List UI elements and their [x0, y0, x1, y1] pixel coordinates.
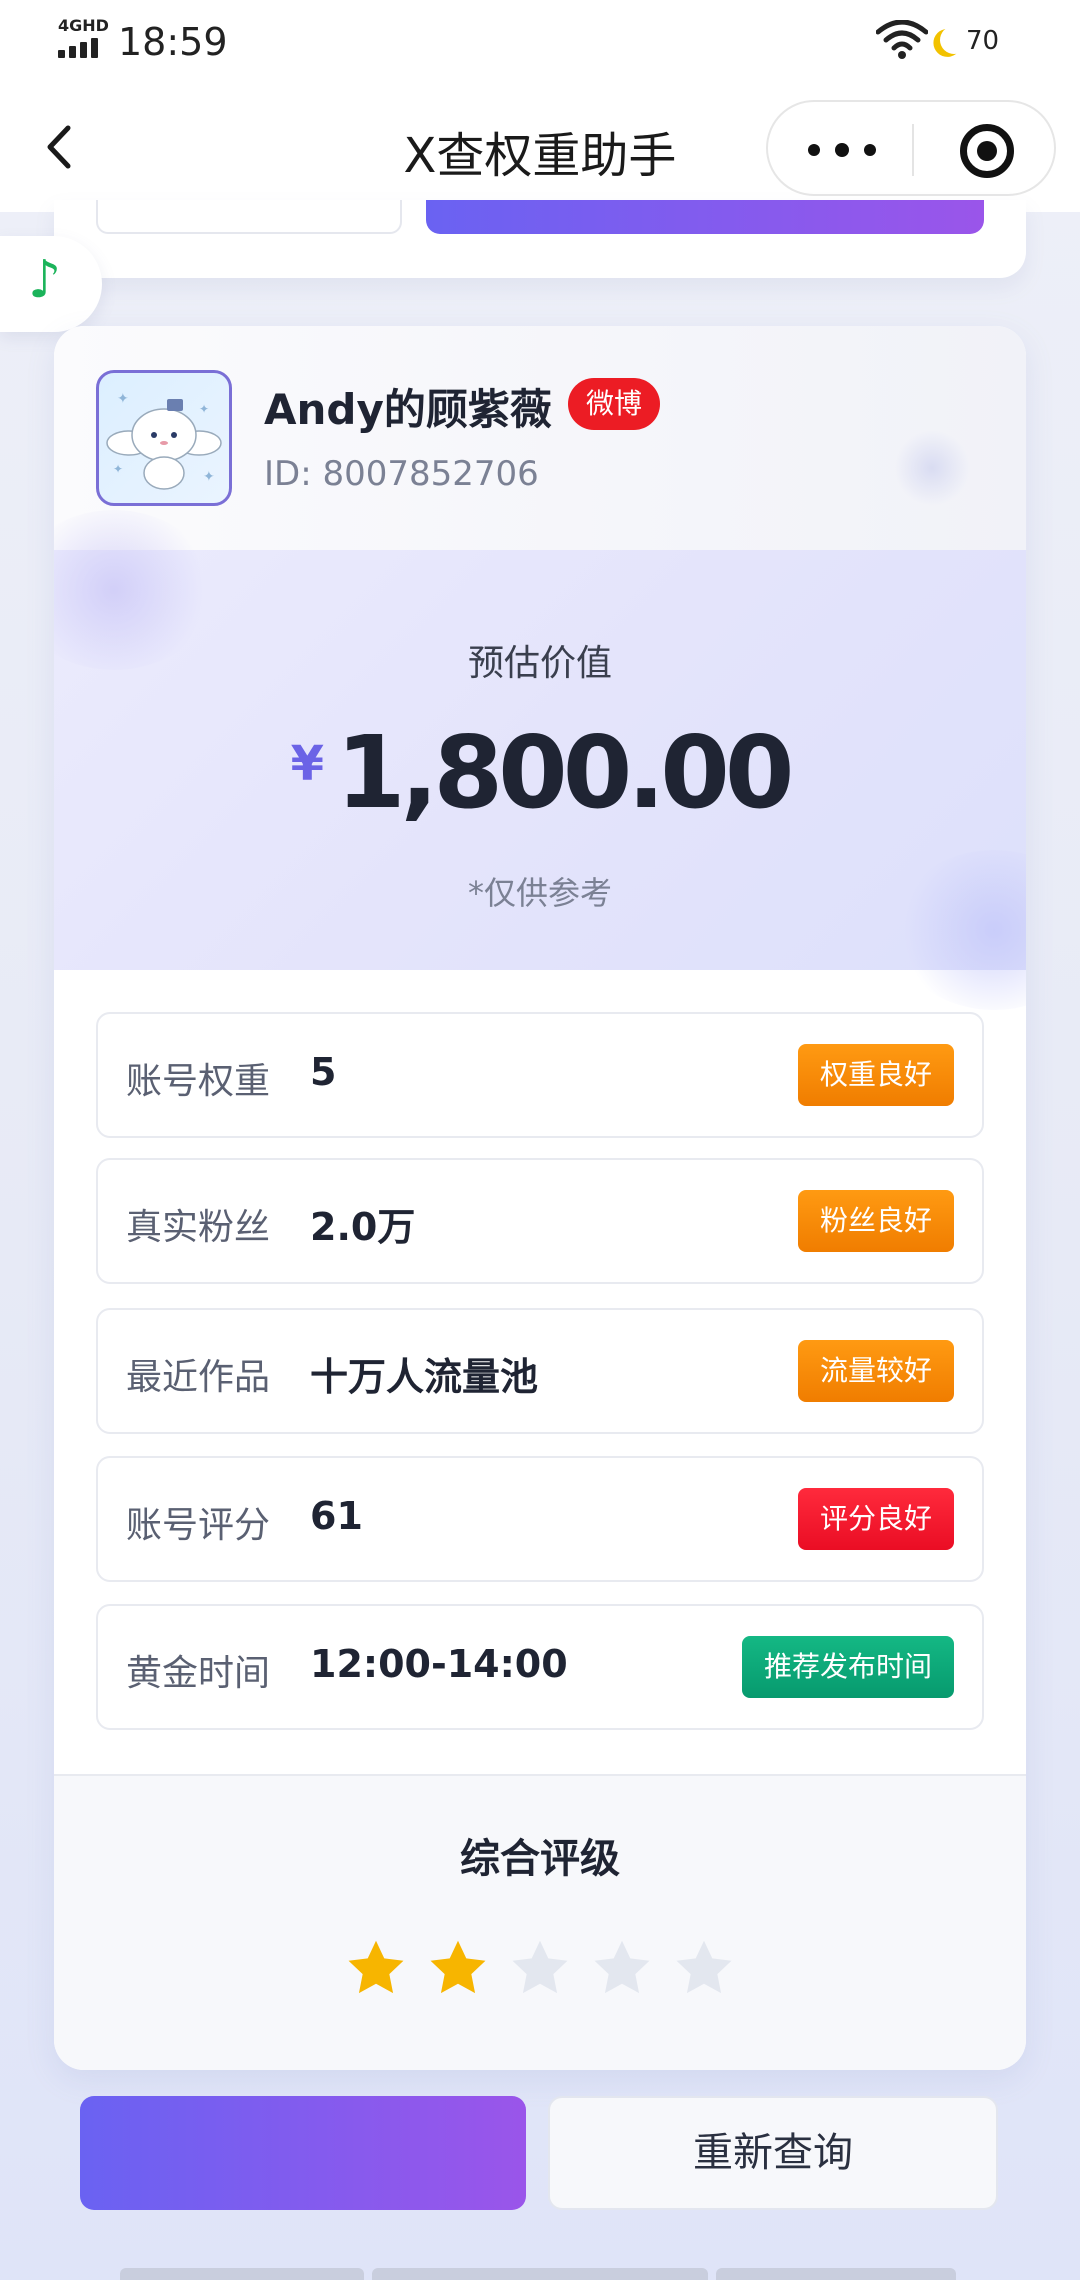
- avatar: ✦ ✦ ✦ ✦: [96, 370, 232, 506]
- close-mini-program-icon[interactable]: [960, 124, 1014, 178]
- metric-row-weight: 账号权重 5 权重良好: [96, 1012, 984, 1138]
- query-button[interactable]: [426, 200, 984, 234]
- currency-symbol: ¥: [290, 736, 324, 792]
- metric-value: 2.0万: [310, 1205, 416, 1249]
- clock: 18:59: [118, 20, 228, 64]
- metric-label: 账号评分: [126, 1505, 271, 1546]
- metric-value: 十万人流量池: [310, 1355, 539, 1399]
- music-note-icon: ♪: [28, 250, 62, 310]
- capsule-divider: [912, 124, 914, 176]
- metric-row-recent-works: 最近作品 十万人流量池 流量较好: [96, 1308, 984, 1434]
- more-options-icon[interactable]: [808, 138, 878, 162]
- profile-name: Andy的顾紫薇: [264, 385, 552, 434]
- svg-text:✦: ✦: [113, 462, 123, 476]
- battery-indicator: 70: [940, 22, 1000, 60]
- avatar-character-icon: ✦ ✦ ✦ ✦: [106, 391, 222, 490]
- result-card: ✦ ✦ ✦ ✦ Andy的顾紫薇 微博 ID: 8007852706 预估价值 …: [54, 326, 1026, 2070]
- metric-label: 真实粉丝: [126, 1207, 271, 1248]
- platform-badge: 微博: [568, 378, 660, 430]
- metric-status-badge: 权重良好: [797, 1044, 954, 1106]
- svg-text:✦: ✦: [117, 391, 129, 407]
- query-input[interactable]: [96, 200, 402, 234]
- metric-status-badge: 评分良好: [797, 1488, 954, 1550]
- svg-text:✦: ✦: [203, 469, 215, 485]
- navigation-bar: X查权重助手: [0, 86, 1080, 212]
- valuation-panel: 预估价值 ¥1,800.00 *仅供参考: [54, 510, 1026, 1010]
- star-filled-icon: [348, 1940, 404, 1994]
- star-empty-icon: [512, 1940, 568, 1994]
- star-filled-icon: [430, 1940, 486, 1994]
- rating-title: 综合评级: [460, 1836, 620, 1882]
- valuation-disclaimer: *仅供参考: [467, 874, 612, 912]
- metric-label: 黄金时间: [126, 1653, 271, 1694]
- signal-icon: [58, 38, 104, 58]
- decorative-glow: [894, 430, 970, 506]
- metric-row-followers: 真实粉丝 2.0万 粉丝良好: [96, 1158, 984, 1284]
- metric-label: 账号权重: [126, 1061, 271, 1102]
- wifi-icon: [876, 20, 928, 59]
- mini-program-capsule: [766, 100, 1056, 196]
- overall-rating: 综合评级: [54, 1774, 1026, 2070]
- metric-row-golden-time: 黄金时间 12:00-14:00 推荐发布时间: [96, 1604, 984, 1730]
- metric-value: 12:00-14:00: [310, 1642, 568, 1686]
- status-bar: 4GHD 18:59 70: [0, 0, 1080, 86]
- bottom-tab-hint: [716, 2268, 956, 2280]
- star-rating: [344, 1936, 744, 2002]
- bottom-tab-hint: [372, 2268, 708, 2280]
- metric-value: 5: [310, 1050, 337, 1094]
- query-form-card: [54, 200, 1026, 278]
- svg-text:✦: ✦: [199, 402, 209, 416]
- network-indicator: 4GHD: [58, 16, 109, 35]
- battery-level: 70: [966, 26, 1000, 56]
- profile-header: ✦ ✦ ✦ ✦ Andy的顾紫薇 微博 ID: 8007852706: [54, 326, 1026, 550]
- profile-id: ID: 8007852706: [264, 454, 539, 494]
- metric-status-badge: 粉丝良好: [797, 1190, 954, 1252]
- music-floating-button[interactable]: ♪: [0, 236, 102, 332]
- metric-status-badge: 流量较好: [797, 1340, 954, 1402]
- star-empty-icon: [676, 1940, 732, 1994]
- requery-button[interactable]: 重新查询: [548, 2096, 998, 2210]
- metric-status-badge: 推荐发布时间: [741, 1636, 954, 1698]
- valuation-amount: ¥1,800.00: [54, 714, 1026, 831]
- valuation-value: 1,800.00: [335, 714, 794, 831]
- primary-action-button[interactable]: [80, 2096, 526, 2210]
- metric-value: 61: [310, 1494, 363, 1538]
- metric-label: 最近作品: [126, 1357, 271, 1398]
- bottom-tab-hint: [120, 2268, 364, 2280]
- metric-row-score: 账号评分 61 评分良好: [96, 1456, 984, 1582]
- valuation-label: 预估价值: [467, 643, 612, 684]
- star-empty-icon: [594, 1940, 650, 1994]
